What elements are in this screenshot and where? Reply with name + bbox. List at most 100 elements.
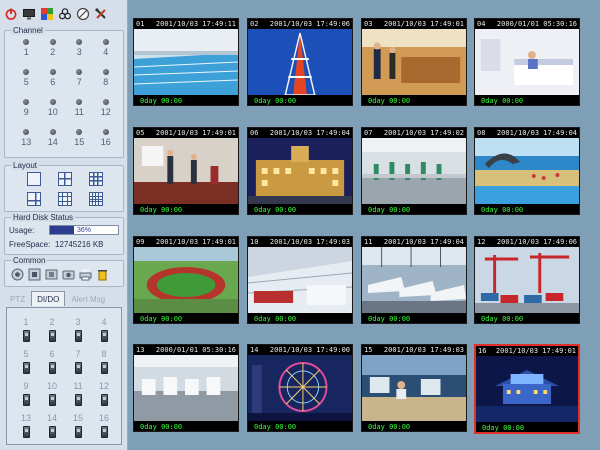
power-icon[interactable] [4, 7, 18, 21]
camera-video-feed[interactable] [248, 138, 352, 204]
camera-tile-09[interactable]: 09 2001/10/03 17:49:01 0day 00:00 [133, 236, 239, 324]
camera-video-feed[interactable] [475, 29, 579, 95]
tab-di-do[interactable]: DI/DO [31, 291, 66, 306]
camera-video-feed[interactable] [248, 247, 352, 313]
channel-13-button[interactable]: 13 [13, 129, 40, 156]
layout-9-button[interactable] [88, 172, 103, 186]
dido-switch-6[interactable]: 6 [39, 349, 65, 379]
channel-number: 6 [50, 77, 56, 87]
camera-video-feed[interactable] [134, 138, 238, 204]
camera-video-feed[interactable] [248, 29, 352, 95]
printer-icon[interactable] [79, 268, 92, 281]
channel-7-button[interactable]: 7 [66, 69, 93, 96]
tools-icon[interactable] [94, 7, 108, 21]
camera-video-feed[interactable] [362, 355, 466, 421]
camera-video-feed[interactable] [475, 138, 579, 204]
channel-1-button[interactable]: 1 [13, 39, 40, 66]
no-entry-icon[interactable] [76, 7, 90, 21]
dido-switch-3[interactable]: 3 [65, 317, 91, 347]
camera-video-feed[interactable] [134, 29, 238, 95]
camera-tile-14[interactable]: 14 2001/10/03 17:49:00 0day 00:00 [247, 344, 353, 432]
tab-ptz[interactable]: PTZ [4, 291, 31, 306]
palette-icon[interactable] [40, 7, 54, 21]
channel-12-button[interactable]: 12 [93, 99, 120, 126]
dido-switch-11[interactable]: 11 [65, 381, 91, 411]
layout-1-button[interactable] [27, 172, 42, 186]
layout-6-button[interactable] [27, 192, 42, 206]
dido-switch-4[interactable]: 4 [91, 317, 117, 347]
dido-switch-16[interactable]: 16 [91, 413, 117, 443]
video-frame-image [362, 138, 466, 204]
camera-video-feed[interactable] [475, 247, 579, 313]
channel-4-button[interactable]: 4 [93, 39, 120, 66]
common-group: Common [4, 256, 124, 287]
camera-tile-02[interactable]: 02 2001/10/03 17:49:06 0day 00:00 [247, 18, 353, 106]
camera-tile-10[interactable]: 10 2001/10/03 17:49:03 0day 00:00 [247, 236, 353, 324]
monitor-icon[interactable] [22, 7, 36, 21]
camera-tile-07[interactable]: 07 2001/10/03 17:49:02 0day 00:00 [361, 127, 467, 215]
recording-duration: 0day 00:00 [482, 424, 525, 432]
channel-3-button[interactable]: 3 [66, 39, 93, 66]
channel-16-button[interactable]: 16 [93, 129, 120, 156]
stop-icon[interactable] [28, 268, 41, 281]
film-icon[interactable] [45, 268, 58, 281]
camera-video-feed[interactable] [248, 355, 352, 421]
layout-4-button[interactable] [57, 172, 72, 186]
dido-switch-5[interactable]: 5 [13, 349, 39, 379]
camera-tile-06[interactable]: 06 2001/10/03 17:49:04 0day 00:00 [247, 127, 353, 215]
camera-tile-05[interactable]: 05 2001/10/03 17:49:01 0day 00:00 [133, 127, 239, 215]
camera-video-feed[interactable] [362, 247, 466, 313]
dido-switch-1[interactable]: 1 [13, 317, 39, 347]
camera-timestamp: 2000/01/01 05:30:16 [496, 20, 577, 28]
dido-switch-14[interactable]: 14 [39, 413, 65, 443]
dido-number: 3 [75, 317, 81, 327]
dido-switch-8[interactable]: 8 [91, 349, 117, 379]
camera-tile-08[interactable]: 08 2001/10/03 17:49:04 0day 00:00 [474, 127, 580, 215]
camera-video-feed[interactable] [362, 138, 466, 204]
camera-snapshot-icon[interactable] [62, 268, 75, 281]
channel-15-button[interactable]: 15 [66, 129, 93, 156]
channel-indicator-icon [23, 99, 30, 105]
dido-switch-12[interactable]: 12 [91, 381, 117, 411]
dido-switch-9[interactable]: 9 [13, 381, 39, 411]
channel-10-button[interactable]: 10 [40, 99, 67, 126]
dido-switch-10[interactable]: 10 [39, 381, 65, 411]
camera-tile-03[interactable]: 03 2001/10/03 17:49:01 0day 00:00 [361, 18, 467, 106]
trash-icon[interactable] [96, 268, 109, 281]
dido-switch-15[interactable]: 15 [65, 413, 91, 443]
camera-tile-15[interactable]: 15 2001/10/03 17:49:03 0day 00:00 [361, 344, 467, 432]
layout-16-button[interactable] [88, 192, 103, 206]
camera-tile-12[interactable]: 12 2001/10/03 17:49:06 0day 00:00 [474, 236, 580, 324]
tab-alert-msg[interactable]: Alert Msg [65, 291, 111, 306]
camera-tile-13[interactable]: 13 2000/01/01 05:30:16 0day 00:00 [133, 344, 239, 432]
camera-tile-16[interactable]: 16 2001/10/03 17:49:01 0day 00:00 [474, 344, 580, 434]
camera-tile-04[interactable]: 04 2000/01/01 05:30:16 0day 00:00 [474, 18, 580, 106]
camera-id: 14 [250, 346, 259, 354]
camera-video-feed[interactable] [134, 355, 238, 421]
camera-header: 08 2001/10/03 17:49:04 [475, 128, 579, 138]
camera-tile-01[interactable]: 01 2001/10/03 17:49:11 0day 00:00 [133, 18, 239, 106]
channel-11-button[interactable]: 11 [66, 99, 93, 126]
channel-indicator-icon [76, 99, 83, 105]
channel-number: 1 [23, 47, 29, 57]
channel-5-button[interactable]: 5 [13, 69, 40, 96]
channel-6-button[interactable]: 6 [40, 69, 67, 96]
channel-2-button[interactable]: 2 [40, 39, 67, 66]
layout-13-button[interactable] [57, 192, 72, 206]
camera-id: 08 [477, 129, 486, 137]
camera-video-feed[interactable] [134, 247, 238, 313]
switch-icon [48, 426, 56, 438]
common-title: Common [11, 256, 48, 265]
camera-video-feed[interactable] [476, 356, 578, 422]
channel-14-button[interactable]: 14 [40, 129, 67, 156]
dido-switch-2[interactable]: 2 [39, 317, 65, 347]
dido-grid: 1 2 3 4 5 6 7 8 9 10 11 12 13 14 15 16 [13, 317, 117, 443]
channel-8-button[interactable]: 8 [93, 69, 120, 96]
dido-switch-7[interactable]: 7 [65, 349, 91, 379]
record-icon[interactable] [11, 268, 24, 281]
camera-tile-11[interactable]: 11 2001/10/03 17:49:04 0day 00:00 [361, 236, 467, 324]
camera-video-feed[interactable] [362, 29, 466, 95]
dido-switch-13[interactable]: 13 [13, 413, 39, 443]
channel-9-button[interactable]: 9 [13, 99, 40, 126]
biohazard-icon[interactable] [58, 7, 72, 21]
